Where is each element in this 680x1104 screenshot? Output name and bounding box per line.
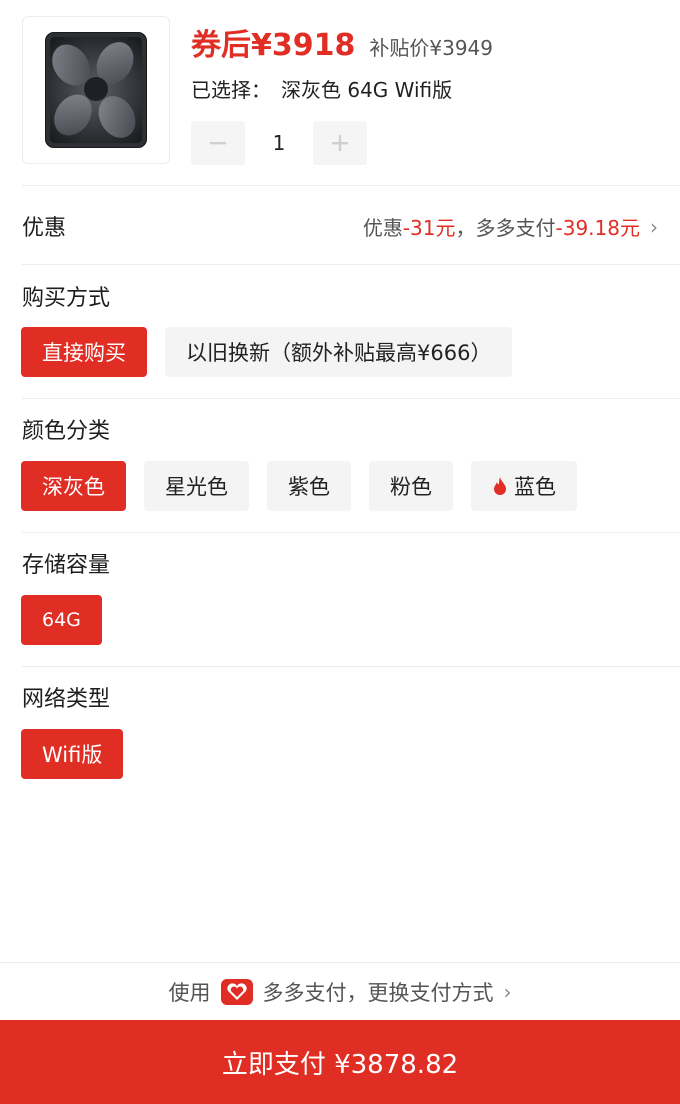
color-option-starlight[interactable]: 星光色 xyxy=(144,461,249,511)
flame-icon xyxy=(494,477,506,495)
coupon-price: 券后¥3918 xyxy=(191,28,356,63)
storage-title: 存储容量 xyxy=(22,553,111,578)
network-section: 网络类型 Wifi版 xyxy=(0,666,680,800)
discount-value: 优惠 -31元 ，多多支付 -39.18元 › xyxy=(363,212,658,241)
chevron-right-icon: › xyxy=(650,214,658,239)
storage-section: 存储容量 64G xyxy=(0,532,680,666)
color-option-purple[interactable]: 紫色 xyxy=(267,461,351,511)
storage-option-64g[interactable]: 64G xyxy=(21,595,102,645)
color-option-pink[interactable]: 粉色 xyxy=(369,461,453,511)
color-option-blue-label: 蓝色 xyxy=(514,475,556,499)
discount-prefix: 优惠 xyxy=(362,216,403,240)
increase-button[interactable] xyxy=(313,121,367,165)
purchase-section: 购买方式 直接购买 以旧换新（额外补贴最高¥666） xyxy=(0,264,680,398)
payment-method-label: 多多支付，更换支付方式 xyxy=(262,980,494,1005)
discount-label: 优惠 xyxy=(22,216,67,241)
color-title: 颜色分类 xyxy=(22,419,111,444)
quantity-value[interactable]: 1 xyxy=(245,131,313,155)
price-row: 券后¥3918 补贴价¥3949 xyxy=(191,20,493,64)
discount-amount: -31元 xyxy=(402,216,456,240)
pay-now-button[interactable]: 立即支付 ¥3878.82 xyxy=(0,1020,680,1104)
network-title: 网络类型 xyxy=(22,687,111,712)
pay-separator: ，多多支付 xyxy=(455,216,556,240)
selected-spec: 已选择： 深灰色 64G Wifi版 xyxy=(191,74,452,103)
chevron-right-icon: › xyxy=(503,979,512,1004)
plus-icon xyxy=(332,135,348,151)
pay-discount-amount: -39.18元 xyxy=(555,216,640,240)
selected-value: 深灰色 64G Wifi版 xyxy=(281,78,453,102)
product-header: 券后¥3918 补贴价¥3949 已选择： 深灰色 64G Wifi版 1 xyxy=(0,0,680,186)
color-section: 颜色分类 深灰色 星光色 紫色 粉色 蓝色 xyxy=(0,398,680,532)
option-trade-in[interactable]: 以旧换新（额外补贴最高¥666） xyxy=(165,327,513,377)
decrease-button[interactable] xyxy=(191,121,245,165)
purchase-title: 购买方式 xyxy=(22,286,111,311)
color-option-blue[interactable]: 蓝色 xyxy=(471,461,577,511)
option-direct-buy[interactable]: 直接购买 xyxy=(21,327,147,377)
color-option-space-gray[interactable]: 深灰色 xyxy=(21,461,126,511)
payment-method-row[interactable]: 使用 多多支付，更换支付方式 › xyxy=(0,962,680,1020)
selected-label: 已选择： xyxy=(191,78,271,102)
ipad-illustration xyxy=(45,32,147,148)
subsidy-price: 补贴价¥3949 xyxy=(369,36,493,60)
discount-row[interactable]: 优惠 优惠 -31元 ，多多支付 -39.18元 › xyxy=(0,186,680,264)
use-label: 使用 xyxy=(168,980,211,1005)
duoduo-pay-icon xyxy=(220,978,253,1005)
quantity-stepper: 1 xyxy=(191,121,367,165)
network-option-wifi[interactable]: Wifi版 xyxy=(21,729,124,779)
minus-icon xyxy=(210,142,226,145)
product-image[interactable] xyxy=(22,16,170,164)
